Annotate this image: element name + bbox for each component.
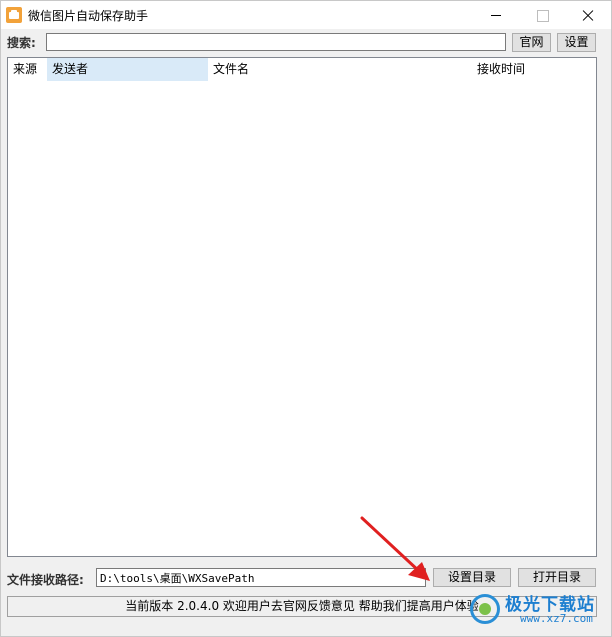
column-header-source[interactable]: 来源 — [8, 58, 47, 81]
settings-button[interactable]: 设置 — [557, 33, 596, 52]
column-header-receive-time[interactable]: 接收时间 — [472, 58, 596, 81]
list-header: 来源 发送者 文件名 接收时间 — [8, 58, 596, 81]
minimize-icon[interactable] — [473, 1, 519, 29]
column-header-filename[interactable]: 文件名 — [208, 58, 472, 81]
app-window: 微信图片自动保存助手 搜索: 官网 设置 来源 发送者 文件名 接收时间 文件接… — [0, 0, 612, 637]
title-bar[interactable]: 微信图片自动保存助手 — [1, 1, 611, 29]
search-label: 搜索: — [7, 36, 36, 50]
maximize-icon[interactable] — [519, 1, 565, 29]
watermark-site-url: www.xz7.com — [520, 612, 593, 625]
open-directory-button[interactable]: 打开目录 — [518, 568, 596, 587]
received-files-list[interactable]: 来源 发送者 文件名 接收时间 — [7, 57, 597, 557]
site-watermark: 极光下载站 www.xz7.com — [470, 586, 610, 632]
app-folder-icon — [6, 7, 22, 23]
save-path-label: 文件接收路径: — [7, 573, 84, 587]
search-input[interactable] — [46, 33, 506, 51]
official-site-button[interactable]: 官网 — [512, 33, 551, 52]
save-path-input[interactable] — [96, 568, 426, 587]
set-directory-button[interactable]: 设置目录 — [433, 568, 511, 587]
column-header-sender[interactable]: 发送者 — [47, 58, 208, 81]
close-icon[interactable] — [565, 1, 611, 29]
window-title: 微信图片自动保存助手 — [28, 9, 149, 23]
watermark-logo-icon — [470, 594, 500, 624]
